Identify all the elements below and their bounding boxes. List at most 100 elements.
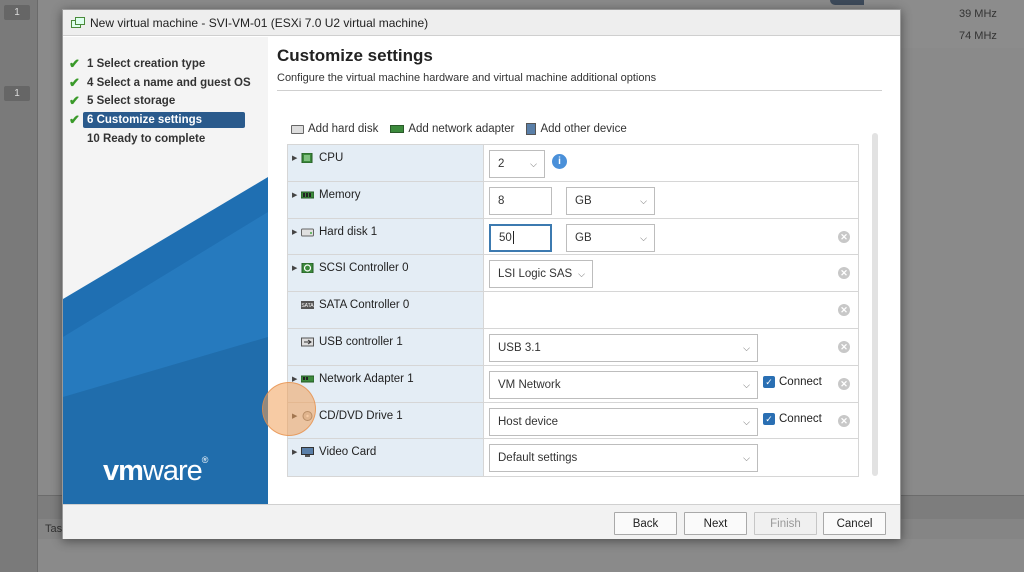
device-label: USB controller 1 [319,335,403,348]
background-left-panel: 1 1 [0,0,38,572]
table-row-video-card: ▶ Video Card Default settings ⌵ [288,439,858,477]
expand-arrow-icon[interactable]: ▶ [292,264,301,272]
chevron-down-icon: ⌵ [640,232,647,243]
device-label: CPU [319,152,344,164]
background-badge: 1 [4,5,30,20]
check-icon: ✔ [69,112,80,127]
chevron-down-icon: ⌵ [743,416,750,427]
expand-arrow-icon[interactable]: ▶ [292,154,301,162]
check-icon: ✔ [69,93,80,108]
step-ready-to-complete[interactable]: 10 Ready to complete [69,130,205,148]
table-row-memory: ▶ Memory 8 GB ⌵ [288,181,858,219]
chevron-down-icon: ⌵ [578,269,585,280]
page-subtitle: Configure the virtual machine hardware a… [277,72,657,84]
click-indicator [262,382,316,436]
page-title: Customize settings [277,46,433,65]
step-select-name-guest-os[interactable]: ✔ 4 Select a name and guest OS [69,74,251,92]
checkbox-checked-icon: ✓ [763,412,775,425]
customize-settings-panel: Customize settings Configure the virtual… [269,37,900,504]
device-label: CD/DVD Drive 1 [319,409,403,422]
info-icon[interactable]: i [552,154,567,169]
network-adapter-icon [301,375,314,383]
check-icon: ✔ [69,56,80,71]
memory-unit-select[interactable]: GB ⌵ [566,186,655,215]
network-select[interactable]: VM Network ⌵ [489,370,758,399]
table-row-scsi-controller: ▶ SCSI Controller 0 LSI Logic SAS ⌵ ✕ [288,255,858,293]
check-icon: ✔ [69,75,80,90]
scrollbar[interactable] [872,133,878,476]
new-vm-dialog: New virtual machine - SVI-VM-01 (ESXi 7.… [62,9,901,539]
hard-disk-icon [291,124,304,134]
checkbox-checked-icon: ✓ [763,375,775,388]
cpu-icon [301,153,313,163]
scsi-controller-icon [301,263,314,274]
dialog-title: New virtual machine - SVI-VM-01 (ESXi 7.… [90,15,429,30]
back-button[interactable]: Back [614,512,677,535]
background-text: 74 MHz [959,30,997,42]
memory-icon [301,191,314,199]
finish-button: Finish [754,512,817,535]
device-label: Memory [319,188,361,201]
network-connect-checkbox[interactable]: ✓ Connect [763,375,822,388]
divider [277,90,882,91]
expand-arrow-icon[interactable]: ▶ [292,448,301,456]
step-label: 5 Select storage [87,95,176,107]
chevron-down-icon: ⌵ [640,195,647,206]
background-badge: 1 [4,86,30,101]
add-other-device-button[interactable]: Add other device [526,123,627,135]
remove-device-icon[interactable]: ✕ [838,340,850,353]
table-row-cpu: ▶ CPU 2 ⌵ i [288,145,858,182]
virtual-machine-icon [71,16,85,29]
step-select-storage[interactable]: ✔ 5 Select storage [69,92,175,110]
cancel-button[interactable]: Cancel [823,512,886,535]
table-row-cd-dvd-drive: ▶ CD/DVD Drive 1 Host device⌵ ✓Connect ✕ [288,402,858,440]
chevron-down-icon: ⌵ [743,342,750,353]
remove-device-icon[interactable]: ✕ [838,414,850,427]
background-text: 39 MHz [959,8,997,20]
device-label: SATA Controller 0 [319,299,410,312]
video-card-icon [301,447,314,458]
hard-disk-size-input[interactable]: 50 [489,223,552,252]
cd-dvd-connect-checkbox[interactable]: ✓ Connect [763,412,822,425]
device-icon [526,123,537,135]
wizard-steps-panel: ✔ 1 Select creation type ✔ 4 Select a na… [63,37,268,504]
memory-size-input[interactable]: 8 [489,186,552,215]
dialog-titlebar: New virtual machine - SVI-VM-01 (ESXi 7.… [63,10,900,36]
cd-dvd-type-select[interactable]: Host device ⌵ [489,407,758,436]
chevron-down-icon: ⌵ [743,379,750,390]
svg-text:SATA: SATA [301,303,314,309]
hard-disk-unit-select[interactable]: GB ⌵ [566,223,655,252]
step-customize-settings[interactable]: ✔ 6 Customize settings [69,111,245,129]
background-text: Tas [45,523,63,535]
expand-arrow-icon[interactable]: ▶ [292,228,301,236]
next-button[interactable]: Next [684,512,747,535]
usb-icon [301,337,314,347]
usb-version-select[interactable]: USB 3.1 ⌵ [489,333,758,362]
remove-device-icon[interactable]: ✕ [838,230,850,243]
step-label: 4 Select a name and guest OS [87,77,251,89]
device-label: Video Card [319,446,377,459]
cpu-count-select[interactable]: 2 ⌵ [489,150,545,178]
vmware-logo: vmware® [103,455,208,487]
chevron-down-icon: ⌵ [743,453,750,464]
scsi-type-select[interactable]: LSI Logic SAS ⌵ [489,260,593,289]
device-label: Hard disk 1 [319,225,378,238]
video-card-select[interactable]: Default settings ⌵ [489,444,758,473]
network-adapter-icon [390,125,405,133]
device-label: SCSI Controller 0 [319,262,409,275]
add-network-adapter-button[interactable]: Add network adapter [390,123,514,135]
table-row-sata-controller: SATA SATA Controller 0 ✕ [288,292,858,329]
table-row-usb-controller: USB controller 1 USB 3.1 ⌵ ✕ [288,328,858,366]
step-label: 6 Customize settings [83,112,245,128]
add-hard-disk-button[interactable]: Add hard disk [291,123,378,135]
hardware-actions-toolbar: Add hard disk Add network adapter Add ot… [291,123,627,135]
step-label: 1 Select creation type [87,58,206,70]
device-label: Network Adapter 1 [319,372,414,385]
table-row-network-adapter: ▶ Network Adapter 1 VM Network ⌵ ✓ Connect… [288,365,858,403]
expand-arrow-icon[interactable]: ▶ [292,191,301,199]
hardware-table: ▶ CPU 2 ⌵ i ▶ Memory 8 GB ⌵ ▶ Hard disk … [287,144,859,478]
remove-device-icon[interactable]: ✕ [838,267,850,280]
remove-device-icon[interactable]: ✕ [838,304,850,317]
remove-device-icon[interactable]: ✕ [838,377,850,390]
step-select-creation-type[interactable]: ✔ 1 Select creation type [69,55,205,73]
